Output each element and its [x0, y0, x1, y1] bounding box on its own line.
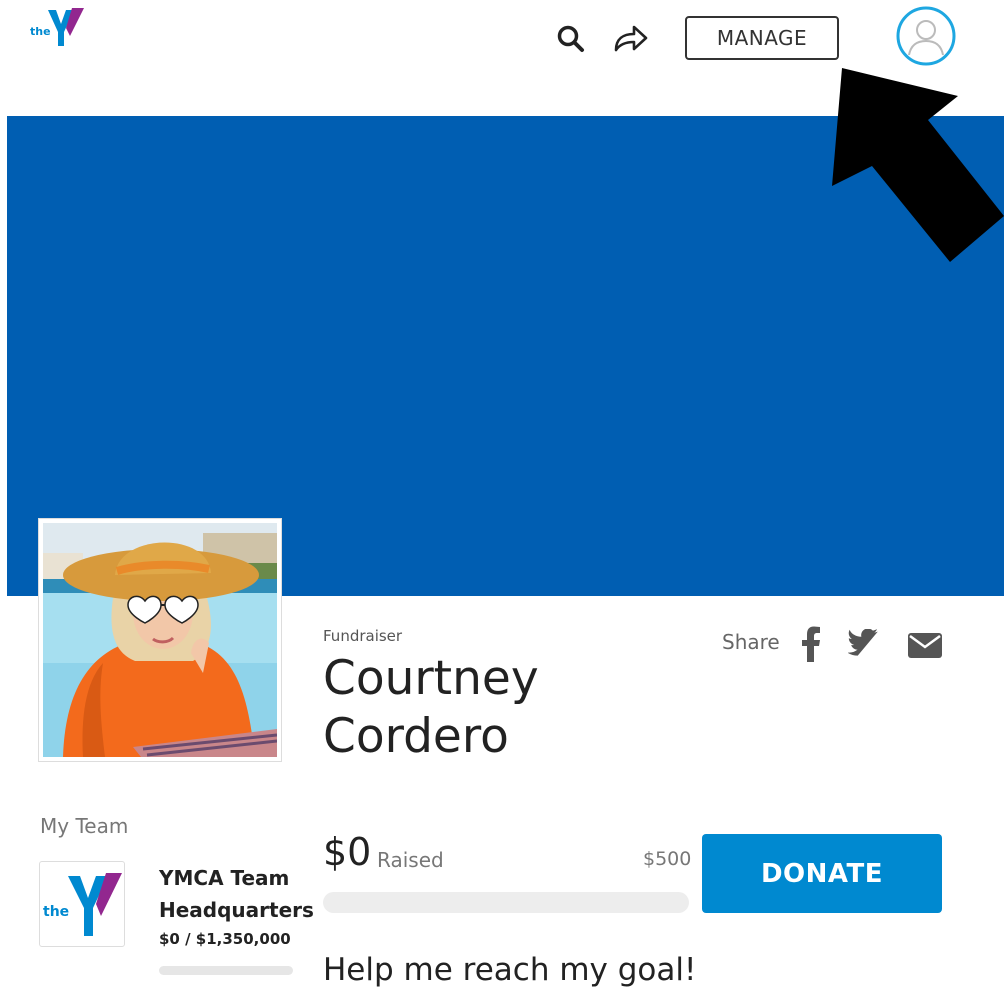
team-logo[interactable]: the [39, 861, 125, 947]
donation-progress-bar [323, 892, 689, 913]
team-name[interactable]: YMCA Team Headquarters [159, 862, 314, 926]
twitter-icon[interactable] [847, 628, 880, 659]
team-progress-bar [159, 966, 293, 975]
user-avatar-icon[interactable] [896, 6, 956, 66]
email-icon[interactable] [907, 630, 943, 660]
raised-amount: $0 [323, 830, 372, 874]
goal-tagline: Help me reach my goal! [323, 952, 697, 988]
team-logo-text: the [43, 904, 69, 920]
fundraiser-label: Fundraiser [323, 627, 403, 645]
fundraiser-name: Courtney Cordero [323, 651, 539, 764]
team-amount: $0 / $1,350,000 [159, 930, 291, 948]
share-label: Share [722, 630, 780, 654]
manage-button[interactable]: MANAGE [685, 16, 839, 60]
goal-amount: $500 [643, 848, 692, 870]
profile-photo [38, 518, 282, 762]
raised-label: Raised [377, 848, 444, 872]
donate-button[interactable]: DONATE [702, 834, 942, 913]
logo-text: the [30, 25, 51, 38]
search-icon[interactable] [556, 24, 586, 54]
share-arrow-icon[interactable] [612, 22, 650, 56]
ymca-logo[interactable]: the [28, 6, 86, 48]
my-team-heading: My Team [40, 814, 129, 838]
profile-photo-image [43, 523, 277, 757]
annotation-arrow-icon [820, 60, 1004, 270]
facebook-icon[interactable] [800, 626, 822, 662]
